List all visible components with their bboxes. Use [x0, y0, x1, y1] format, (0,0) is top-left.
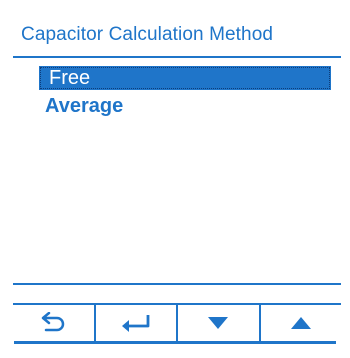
down-button[interactable] [178, 305, 261, 341]
softkey-bar [13, 303, 341, 341]
page-title: Capacitor Calculation Method [13, 14, 341, 58]
option-label: Average [45, 94, 124, 117]
down-triangle-icon [208, 317, 229, 329]
back-button[interactable] [13, 305, 96, 341]
up-triangle-icon [290, 317, 311, 329]
enter-button[interactable] [96, 305, 178, 341]
back-arrow-icon [42, 312, 65, 332]
status-bar [13, 285, 341, 303]
up-button[interactable] [261, 305, 342, 341]
option-label: Free [49, 66, 91, 89]
option-average[interactable]: Average [35, 94, 327, 118]
enter-icon [121, 315, 150, 332]
option-free[interactable]: Free [39, 66, 331, 90]
display-screen: Capacitor Calculation Method Free Averag… [13, 14, 341, 341]
